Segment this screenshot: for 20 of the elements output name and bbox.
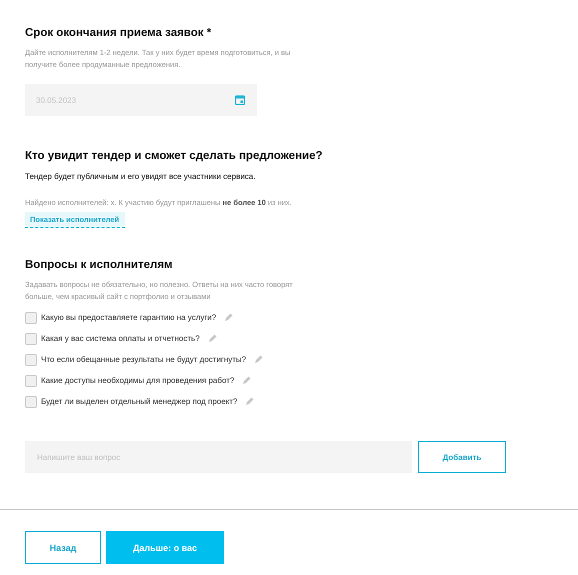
pencil-icon[interactable] xyxy=(242,376,252,385)
section-title: Срок окончания приема заявок * xyxy=(25,26,212,40)
section-title: Вопросы к исполнителям xyxy=(25,258,174,272)
question-label[interactable]: Какую вы предоставляете гарантию на услуги? xyxy=(41,313,216,322)
checkbox[interactable] xyxy=(25,332,37,344)
question-label[interactable]: Какие доступы необходимы для проведения работ? xyxy=(41,376,234,385)
question-label[interactable]: Будет ли выделен отдельный менеджер под проект? xyxy=(41,397,238,406)
section-title: Кто увидит тендер и сможет сделать предложение? xyxy=(25,149,324,163)
calendar-icon[interactable] xyxy=(235,95,245,105)
checkbox[interactable] xyxy=(25,396,37,408)
pencil-icon[interactable] xyxy=(224,313,234,322)
checkbox[interactable] xyxy=(25,354,37,366)
checkbox[interactable] xyxy=(25,374,37,386)
pencil-icon[interactable] xyxy=(245,397,254,406)
info-text: Тендер будет публичным и его увидят все участники сервиса. xyxy=(25,172,256,181)
pencil-icon[interactable] xyxy=(254,355,264,364)
question-label[interactable]: Какая у вас система оплаты и отчетность? xyxy=(41,334,200,343)
pencil-icon[interactable] xyxy=(208,334,217,343)
checkbox[interactable] xyxy=(25,312,37,324)
question-label[interactable]: Что если обещанные результаты не будут достигнуты? xyxy=(41,355,246,364)
